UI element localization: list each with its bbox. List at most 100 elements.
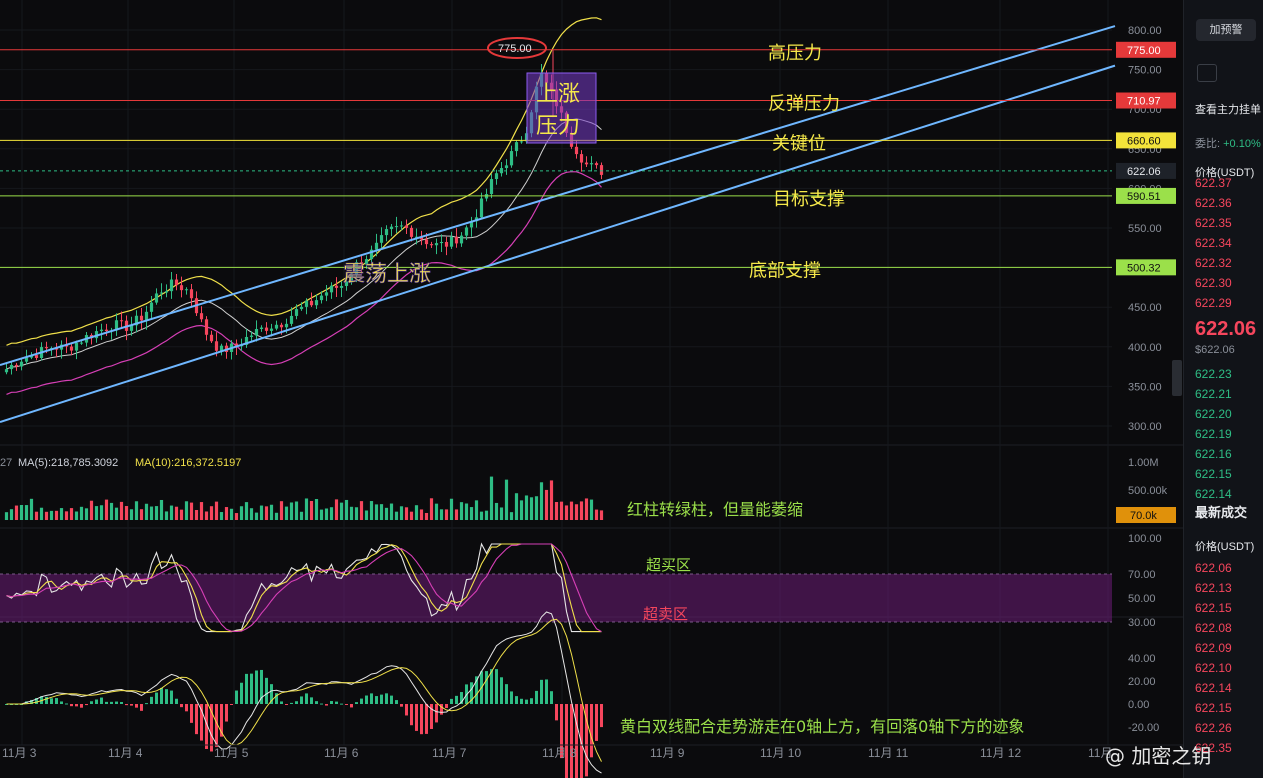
current-price-label: 622.06 <box>1127 166 1161 178</box>
candle-body <box>294 309 299 316</box>
x-tick-label: 11月 4 <box>108 746 143 760</box>
candle-body <box>319 295 324 301</box>
macd-bar <box>330 701 333 704</box>
add-alert-button[interactable]: 加预警 <box>1196 19 1256 41</box>
macd-bar <box>125 704 128 706</box>
main-orders-title[interactable]: 查看主力挂单 <box>1195 101 1261 117</box>
candle-body <box>179 285 184 291</box>
volume-bar <box>129 509 134 520</box>
level-annotation: 反弹压力 <box>768 94 840 115</box>
volume-bar <box>399 506 404 520</box>
y-tick-label: 350.00 <box>1128 381 1162 393</box>
candle-body <box>204 319 209 335</box>
candle-body <box>254 328 259 336</box>
candle-body <box>189 289 194 299</box>
volume-bar <box>219 512 224 520</box>
macd-bar <box>285 704 288 705</box>
volume-bar <box>444 509 449 520</box>
bid-price-row[interactable]: 622.19 <box>1195 427 1232 441</box>
volume-bar <box>509 512 514 520</box>
ask-price-row[interactable]: 622.36 <box>1195 196 1232 210</box>
macd-bar <box>360 698 363 704</box>
y-tick-label: 400.00 <box>1128 342 1162 354</box>
volume-bar <box>344 499 349 520</box>
bid-price-row[interactable]: 622.15 <box>1195 467 1232 481</box>
volume-bar <box>419 509 424 520</box>
trade-row: 622.26 <box>1195 721 1232 735</box>
volume-bar <box>404 507 409 520</box>
y-tick-label: 750.00 <box>1128 65 1162 77</box>
volume-bar <box>524 495 529 520</box>
bid-price-row[interactable]: 622.23 <box>1195 367 1232 381</box>
bid-price-row[interactable]: 622.14 <box>1195 487 1232 501</box>
candle-body <box>514 142 519 152</box>
collapse-panel-handle[interactable] <box>1172 360 1182 396</box>
last-price-usd: $622.06 <box>1195 344 1235 356</box>
volume-bar <box>459 502 464 520</box>
macd-bar <box>405 704 408 716</box>
volume-bar <box>379 504 384 520</box>
macd-bar <box>110 701 113 704</box>
ask-price-row[interactable]: 622.29 <box>1195 296 1232 310</box>
x-tick-label: 11月 5 <box>214 746 249 760</box>
ask-price-row[interactable]: 622.37 <box>1195 176 1232 190</box>
macd-bar <box>315 701 318 704</box>
price-chart[interactable]: 800.00750.00700.00650.00600.00550.00500.… <box>0 0 1183 778</box>
volume-bar <box>439 509 444 520</box>
ask-price-row[interactable]: 622.30 <box>1195 276 1232 290</box>
macd-bar <box>555 704 558 721</box>
macd-bar <box>130 704 133 706</box>
volume-bar <box>569 501 574 520</box>
macd-bar <box>165 689 168 704</box>
volume-bar <box>494 502 499 520</box>
x-tick-label: 11月 3 <box>2 746 37 760</box>
volume-bar <box>184 501 189 520</box>
volume-bar <box>89 500 94 520</box>
volume-bar <box>374 504 379 520</box>
trade-row: 622.13 <box>1195 581 1232 595</box>
pressure-box-label: 上涨 <box>536 82 580 107</box>
macd-bar <box>175 698 178 704</box>
volume-annotation: 红柱转绿柱，但量能萎缩 <box>627 500 803 519</box>
y-tick-label: 300.00 <box>1128 421 1162 433</box>
macd-bar <box>505 684 508 704</box>
volume-bar <box>139 509 144 520</box>
candle-body <box>464 227 469 236</box>
bid-price-row[interactable]: 622.21 <box>1195 387 1232 401</box>
bid-price-row[interactable]: 622.16 <box>1195 447 1232 461</box>
candle-body <box>79 342 84 344</box>
level-tag-label: 660.60 <box>1127 135 1161 147</box>
volume-bar <box>284 506 289 520</box>
volume-bar <box>584 498 589 520</box>
macd-bar <box>75 704 78 707</box>
y-tick-label: 800.00 <box>1128 25 1162 37</box>
volume-bar <box>519 500 524 520</box>
ask-price-row[interactable]: 622.32 <box>1195 256 1232 270</box>
macd-bar <box>385 693 388 704</box>
macd-y-tick: 0.00 <box>1128 699 1149 711</box>
volume-bar <box>594 509 599 520</box>
rsi-y-tick: 30.00 <box>1128 617 1156 629</box>
volume-bar <box>199 502 204 520</box>
macd-bar <box>395 700 398 704</box>
volume-bar <box>394 511 399 520</box>
ask-price-row[interactable]: 622.35 <box>1195 216 1232 230</box>
macd-bar <box>450 698 453 704</box>
volume-bar <box>349 506 354 520</box>
ask-price-row[interactable]: 622.34 <box>1195 236 1232 250</box>
macd-bar <box>595 704 598 741</box>
macd-bar <box>570 704 573 778</box>
macd-bar <box>310 697 313 704</box>
candle-body <box>304 300 309 307</box>
book-both-icon[interactable] <box>1197 64 1217 82</box>
book-list-icon[interactable] <box>1232 64 1250 80</box>
macd-bar <box>105 701 108 704</box>
macd-bar <box>305 693 308 704</box>
bid-price-row[interactable]: 622.20 <box>1195 407 1232 421</box>
candle-body <box>144 311 149 321</box>
macd-bar <box>45 696 48 704</box>
macd-bar <box>515 696 518 704</box>
candle-body <box>314 300 319 306</box>
candle-body <box>434 243 439 246</box>
candle-body <box>149 302 154 312</box>
